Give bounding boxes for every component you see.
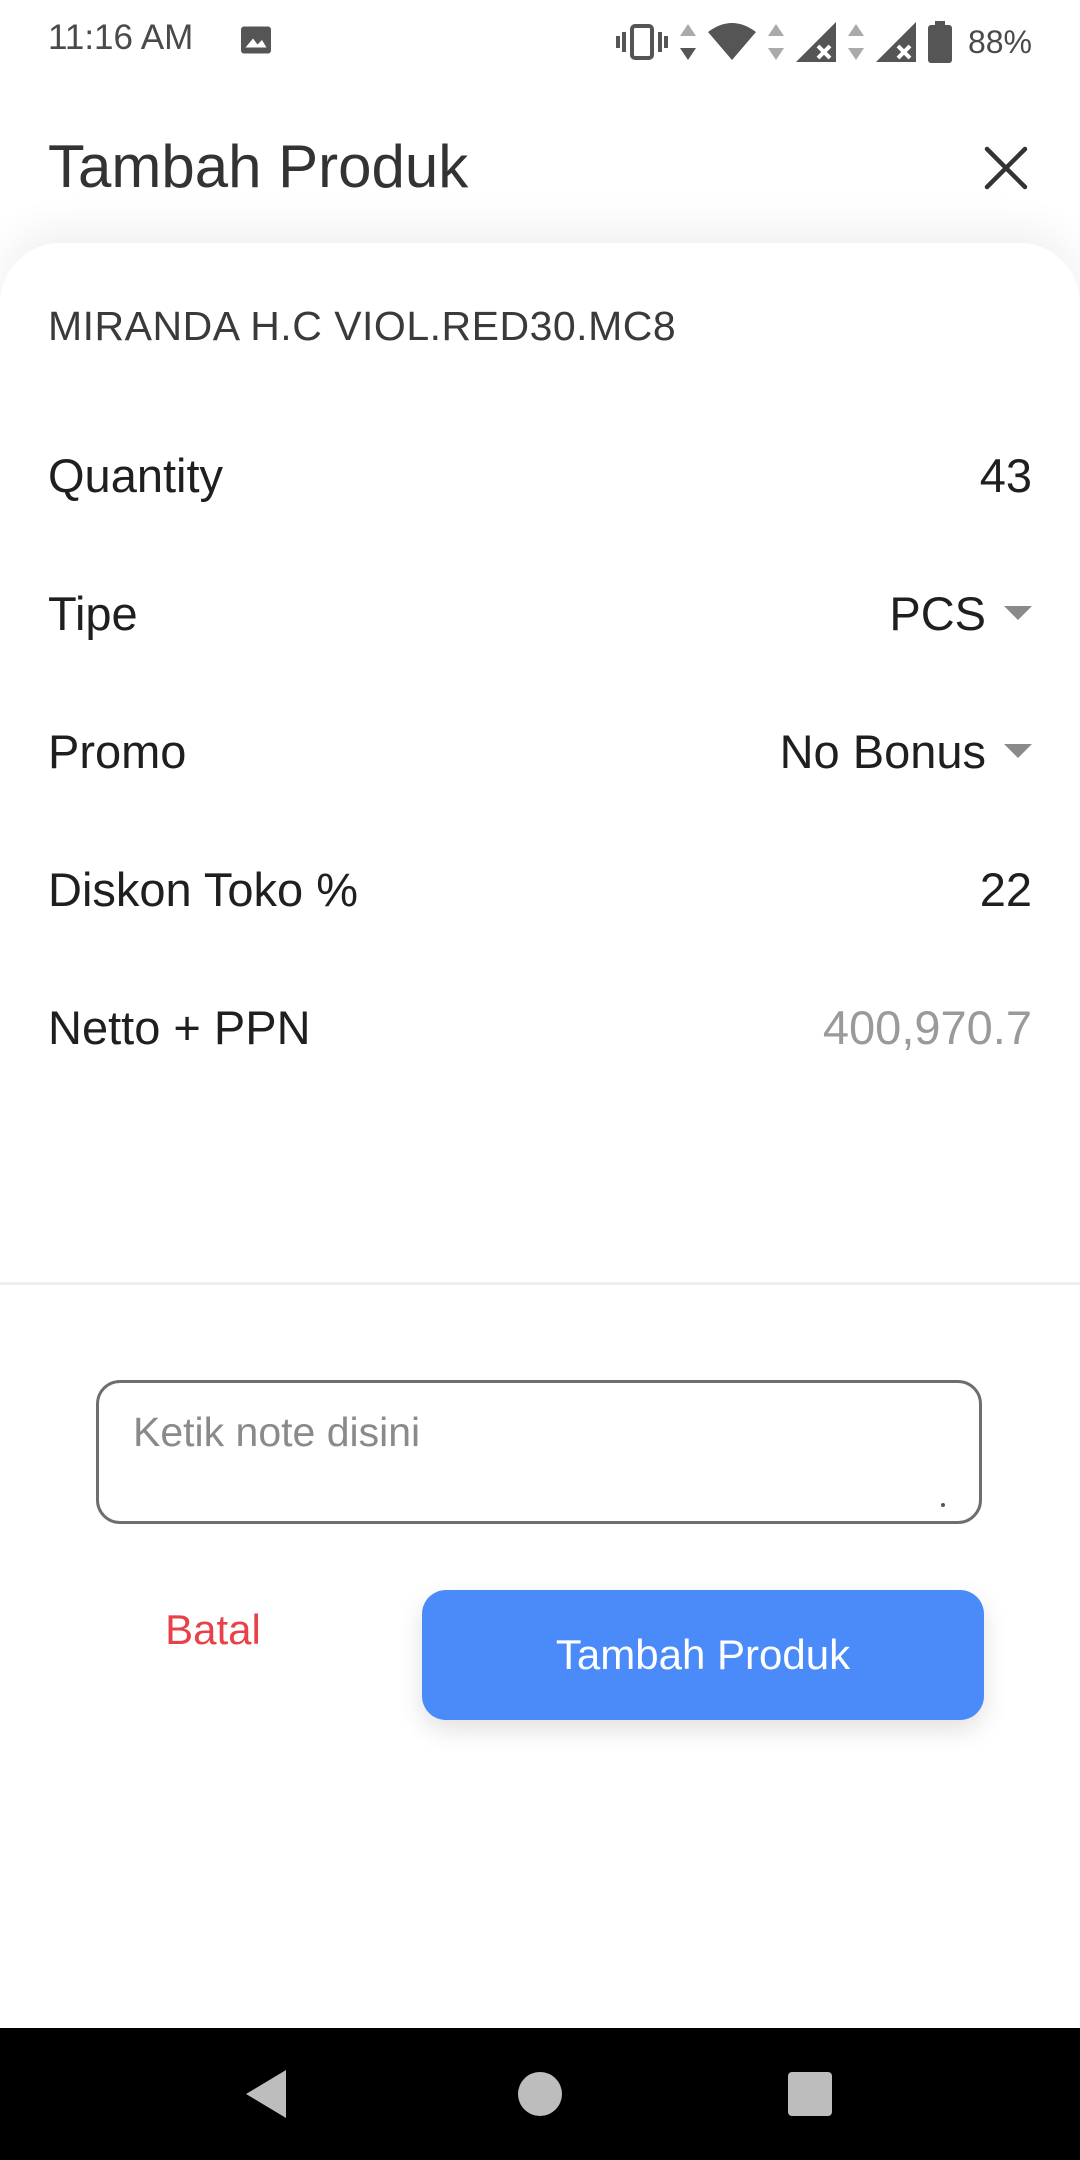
quantity-row[interactable]: Quantity 43 [48,425,1032,525]
signal-icon [795,22,836,62]
tipe-dropdown[interactable]: PCS [889,586,1032,641]
chevron-down-icon [1004,606,1032,620]
product-form-sheet: MIRANDA H.C VIOL.RED30.MC8 Quantity 43 T… [0,243,1080,2028]
promo-dropdown[interactable]: No Bonus [780,724,1032,779]
image-icon [241,26,271,54]
vibrate-icon [615,24,668,60]
diskon-row[interactable]: Diskon Toko % 22 [48,839,1032,939]
divider [0,1282,1080,1285]
nav-back-button[interactable] [236,2064,296,2124]
quantity-label: Quantity [48,448,224,502]
promo-label: Promo [48,724,187,778]
quantity-input[interactable]: 43 [980,448,1032,503]
dialog-header: Tambah Produk [0,84,1080,244]
system-nav-bar [0,2028,1080,2160]
promo-row[interactable]: Promo No Bonus [48,701,1032,801]
promo-selected-value: No Bonus [779,724,986,778]
back-icon [246,2070,286,2118]
signal-icon [875,22,916,62]
netto-row: Netto + PPN 400,970.7 [48,977,1032,1077]
diskon-label: Diskon Toko % [48,862,358,916]
close-button[interactable] [972,134,1040,202]
resize-handle-icon [941,1503,945,1507]
close-icon [984,146,1028,190]
nav-recents-button[interactable] [780,2064,840,2124]
data-arrows-icon [679,24,696,60]
netto-label: Netto + PPN [48,1000,311,1054]
status-icons: 88% [615,16,1032,68]
tipe-row[interactable]: Tipe PCS [48,563,1032,663]
battery-percent: 88% [967,23,1032,60]
note-field[interactable] [96,1380,982,1524]
tipe-selected-value: PCS [889,586,986,640]
cancel-button[interactable]: Batal [120,1590,306,1670]
data-arrows-icon [767,24,784,60]
tipe-label: Tipe [48,586,138,640]
battery-icon [927,21,952,63]
status-bar: 11:16 AM 88% [0,0,1080,84]
chevron-down-icon [1004,744,1032,758]
page-title: Tambah Produk [48,133,469,200]
diskon-input[interactable]: 22 [980,862,1032,917]
status-time: 11:16 AM [48,18,194,57]
data-arrows-icon [847,24,864,60]
add-product-button[interactable]: Tambah Produk [422,1590,984,1720]
note-input[interactable] [99,1383,979,1521]
wifi-icon [707,23,756,60]
netto-value: 400,970.7 [822,1000,1032,1054]
product-name: MIRANDA H.C VIOL.RED30.MC8 [48,303,677,349]
home-icon [518,2072,562,2116]
recents-icon [788,2072,832,2116]
nav-home-button[interactable] [510,2064,570,2124]
